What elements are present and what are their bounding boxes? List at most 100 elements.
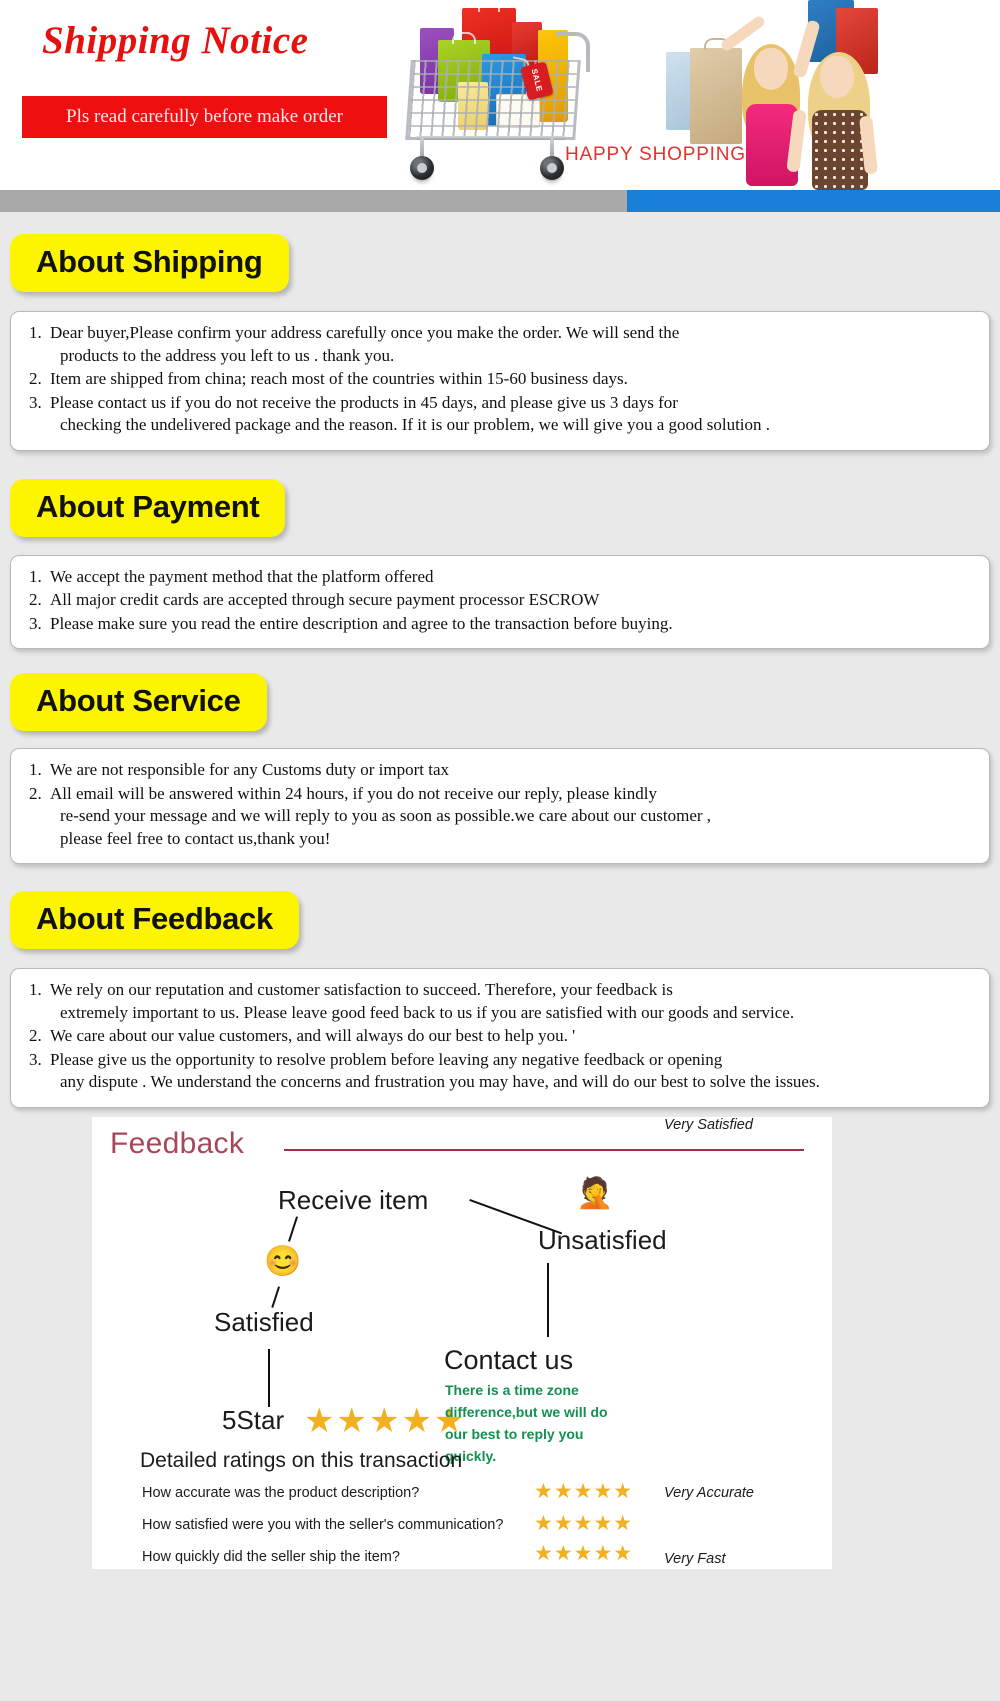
detailed-ratings-title: Detailed ratings on this transaction [140, 1448, 463, 1472]
cart-basket [405, 60, 581, 140]
satisfied-face-icon: 😊 [264, 1244, 302, 1278]
kraft-paper-bag [690, 48, 742, 144]
rating-question: How satisfied were you with the seller's… [142, 1516, 504, 1533]
notice-banner-text: Pls read carefully before make order [66, 106, 343, 127]
cart-handlebar [556, 32, 590, 72]
five-star-label: 5Star [222, 1404, 285, 1435]
list-text: We rely on our reputation and customer s… [50, 979, 973, 1024]
list-item: 3. Please give us the opportunity to res… [29, 1049, 973, 1094]
list-item: 1. We rely on our reputation and custome… [29, 979, 973, 1024]
rating-question: How accurate was the product description… [142, 1484, 420, 1501]
shoppers-illustration [660, 0, 930, 190]
payment-list: 1. We accept the payment method that the… [27, 566, 973, 636]
list-item: 2. All major credit cards are accepted t… [29, 589, 973, 612]
list-text-line1: Dear buyer,Please confirm your address c… [50, 323, 680, 342]
feedback-diagram-title: Feedback [110, 1126, 245, 1160]
section-badge-payment: About Payment [10, 478, 286, 537]
list-item: 3. Please make sure you read the entire … [29, 613, 973, 636]
feedback-title-rule [284, 1148, 804, 1151]
list-number: 3. [29, 613, 42, 633]
feedback-diagram-card: Feedback Receive item 🤦 Unsatisfied 😊 Sa… [92, 1116, 832, 1569]
panel-about-service: 1. We are not responsible for any Custom… [10, 748, 990, 864]
section-badge-label: About Feedback [36, 901, 273, 936]
feedback-diagram-wrapper: Feedback Receive item 🤦 Unsatisfied 😊 Sa… [0, 1116, 1000, 1569]
list-number: 3. [29, 392, 42, 412]
list-text-line1: We rely on our reputation and customer s… [50, 980, 673, 999]
section-badge-shipping: About Shipping [10, 234, 289, 292]
section-badge-service: About Service [10, 673, 267, 731]
list-number: 1. [29, 566, 42, 586]
list-text: All major credit cards are accepted thro… [50, 590, 600, 609]
unsatisfied-label: Unsatisfied [538, 1224, 667, 1255]
connector-satisfied-to-stars [268, 1348, 270, 1407]
list-item: 2. We care about our value customers, an… [29, 1025, 973, 1048]
list-item: 2. Item are shipped from china; reach mo… [29, 368, 973, 391]
bag-handle-icon [478, 0, 500, 12]
list-item: 1. We accept the payment method that the… [29, 566, 973, 589]
bag-handle-icon-2 [452, 32, 476, 44]
rating-stars: ★★★★★ [534, 1541, 634, 1565]
list-text: All email will be answered within 24 hou… [50, 783, 973, 851]
rating-stars: ★★★★★ [534, 1479, 634, 1503]
list-item: 3. Please contact us if you do not recei… [29, 392, 973, 437]
left-shopper-head [754, 48, 788, 90]
section-badge-label: About Payment [36, 488, 260, 524]
header-banner: Shipping Notice Pls read carefully befor… [0, 0, 1000, 190]
cart-frame [416, 136, 566, 140]
list-text-line2: products to the address you left to us .… [60, 345, 395, 365]
section-about-feedback: About Feedback 1. We rely on our reputat… [0, 864, 1000, 1108]
five-star-rating: ★★★★★ [304, 1401, 467, 1440]
list-text-line2: any dispute . We understand the concerns… [60, 1072, 820, 1091]
rating-value: Very Satisfied [664, 1116, 753, 1133]
contact-us-note: There is a time zone difference,but we w… [445, 1381, 608, 1464]
list-number: 1. [29, 980, 42, 999]
list-text: Please make sure you read the entire des… [50, 613, 673, 633]
content-sections: About Shipping 1. Dear buyer,Please conf… [0, 212, 1000, 1108]
list-number: 2. [29, 369, 42, 388]
notice-banner: Pls read carefully before make order [22, 96, 387, 138]
rating-stars: ★★★★★ [534, 1511, 634, 1535]
rating-question: How quickly did the seller ship the item… [142, 1548, 400, 1565]
section-about-payment: About Payment 1. We accept the payment m… [0, 451, 1000, 649]
list-text: We accept the payment method that the pl… [50, 566, 434, 586]
list-text-line1: Please give us the opportunity to resolv… [50, 1049, 723, 1069]
panel-about-feedback: 1. We rely on our reputation and custome… [10, 968, 990, 1108]
list-text-line3: please feel free to contact us,thank you… [60, 828, 331, 848]
list-item: 1. Dear buyer,Please confirm your addres… [29, 322, 973, 367]
receive-item-label: Receive item [278, 1184, 429, 1215]
shipping-list: 1. Dear buyer,Please confirm your addres… [27, 322, 973, 437]
feedback-list: 1. We rely on our reputation and custome… [27, 979, 973, 1094]
sale-tag-label: SALE [529, 67, 544, 93]
list-text-line2: checking the undelivered package and the… [60, 415, 771, 434]
connector-satisfied-stem [271, 1285, 280, 1308]
list-number: 2. [29, 783, 42, 803]
list-text-line1: Please contact us if you do not receive … [50, 392, 678, 412]
connector-receive-to-satisfied [288, 1215, 298, 1242]
rating-value: Very Accurate [664, 1484, 754, 1501]
contact-us-title: Contact us [444, 1344, 574, 1375]
panel-about-shipping: 1. Dear buyer,Please confirm your addres… [10, 311, 990, 451]
divider-bar [0, 190, 1000, 212]
list-text: We care about our value customers, and w… [50, 1026, 576, 1045]
cart-wheel-left [410, 156, 434, 180]
list-number: 1. [29, 760, 42, 779]
list-text: Please contact us if you do not receive … [50, 392, 973, 437]
list-text-line1: All email will be answered within 24 hou… [50, 783, 657, 803]
list-text: We are not responsible for any Customs d… [50, 760, 450, 779]
right-shopper-head [820, 56, 854, 98]
list-text: Item are shipped from china; reach most … [50, 368, 973, 391]
cart-wheel-right [540, 156, 564, 180]
list-number: 1. [29, 323, 42, 342]
satisfied-label: Satisfied [214, 1306, 314, 1337]
divider-bar-gray [0, 190, 627, 212]
section-badge-label: About Shipping [36, 244, 263, 279]
service-list: 1. We are not responsible for any Custom… [27, 759, 973, 850]
section-about-shipping: About Shipping 1. Dear buyer,Please conf… [0, 212, 1000, 451]
list-text-line1: Item are shipped from china; reach most … [50, 369, 628, 388]
section-about-service: About Service 1. We are not responsible … [0, 649, 1000, 864]
page-title: Shipping Notice [42, 19, 309, 62]
list-item: 2. All email will be answered within 24 … [29, 783, 973, 851]
rating-value: Very Fast [664, 1550, 726, 1567]
list-text-line2: extremely important to us. Please leave … [60, 1002, 795, 1022]
list-text: Dear buyer,Please confirm your address c… [50, 322, 973, 367]
